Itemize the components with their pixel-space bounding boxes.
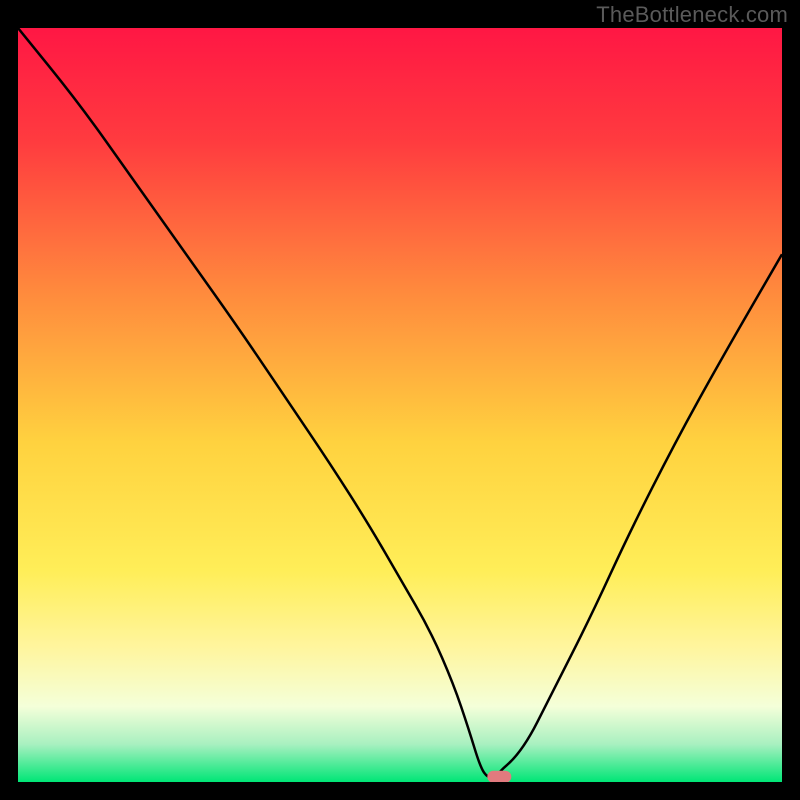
optimal-marker bbox=[487, 771, 511, 782]
bottleneck-chart bbox=[18, 28, 782, 782]
chart-frame: TheBottleneck.com bbox=[0, 0, 800, 800]
plot-area bbox=[18, 28, 782, 782]
gradient-background bbox=[18, 28, 782, 782]
watermark-text: TheBottleneck.com bbox=[596, 2, 788, 28]
